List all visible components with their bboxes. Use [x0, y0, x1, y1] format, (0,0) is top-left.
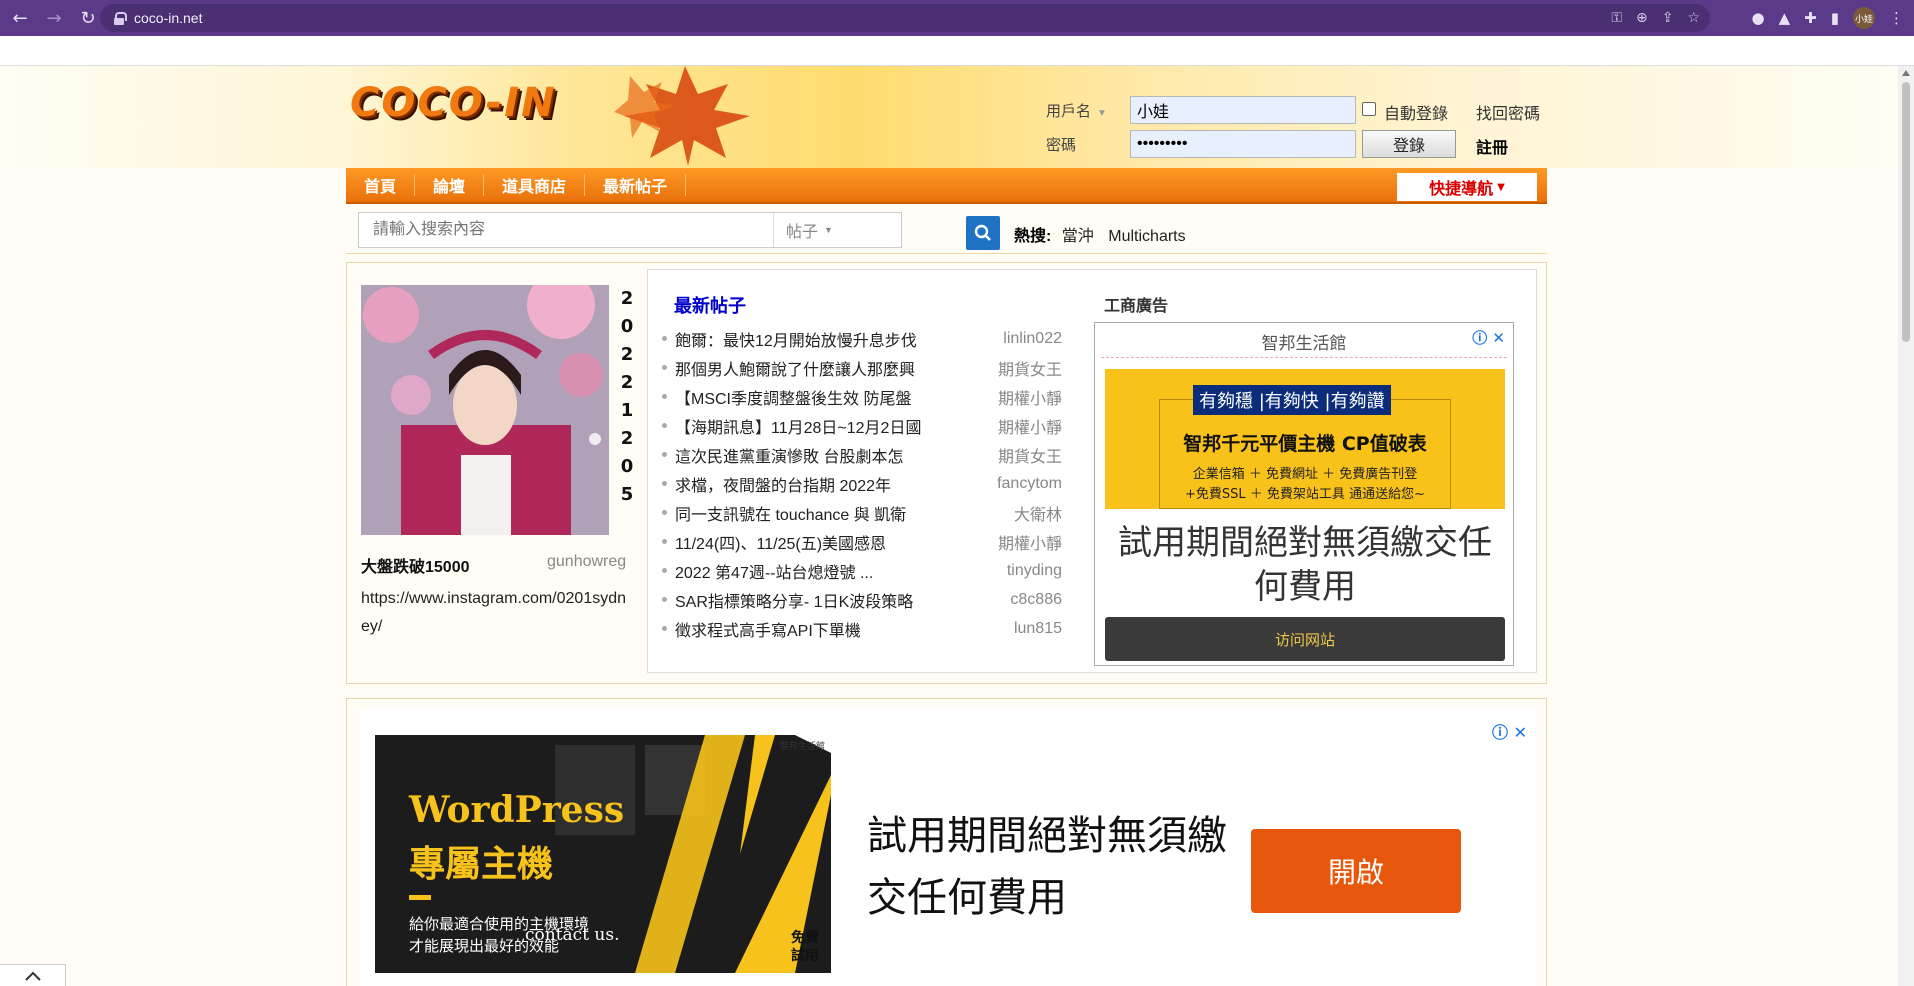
- featured-photo[interactable]: [361, 285, 609, 535]
- chevron-down-icon: ▼: [824, 225, 833, 235]
- featured-date: 2 0 2 2 1 2 0 5: [620, 288, 634, 505]
- search-icon: [974, 224, 991, 241]
- hot-search-label: 熱搜:: [1014, 228, 1052, 245]
- ad-close-icon[interactable]: ⓘ ✕: [1492, 719, 1527, 743]
- list-item[interactable]: 那個男人鮑爾說了什麼讓人那麼興 期貨女王: [658, 353, 1088, 382]
- portrait-image: [361, 285, 609, 535]
- list-item[interactable]: 飽爾：最快12月開始放慢升息步伐 linlin022: [658, 324, 1088, 353]
- ad-close-icon[interactable]: ⓘ ✕: [1472, 327, 1505, 348]
- share-icon[interactable]: ⇪: [1662, 10, 1674, 26]
- chevron-up-icon: [24, 971, 41, 981]
- open-button[interactable]: 開啟: [1251, 829, 1461, 913]
- auto-login-label[interactable]: 自動登錄: [1384, 100, 1448, 124]
- mic-icon[interactable]: ●: [1752, 9, 1765, 27]
- page-scrollbar[interactable]: [1898, 66, 1914, 986]
- latest-posts-heading[interactable]: 最新帖子: [674, 292, 746, 318]
- ad-heading: 工商廣告: [1104, 296, 1169, 315]
- wordpress-ad-image[interactable]: 智邦生活館 WordPress 專屬主機 給你最適合使用的主機環境 才能展現出最…: [375, 735, 831, 973]
- nav-item-shop[interactable]: 道具商店: [484, 174, 586, 196]
- login-button[interactable]: 登錄: [1362, 130, 1456, 158]
- featured-description: https://www.instagram.com/0201sydney/: [361, 590, 627, 635]
- bookmark-bar: [0, 36, 1914, 66]
- address-bar[interactable]: coco-in.net ⚿ ⊕ ⇪ ☆: [100, 4, 1710, 32]
- list-item[interactable]: 2022 第47週--站台熄燈號 ... tinyding: [658, 556, 1088, 585]
- register-link[interactable]: 註冊: [1476, 134, 1508, 158]
- list-item[interactable]: 求檔，夜間盤的台指期 2022年 fancytom: [658, 469, 1088, 498]
- forgot-password-link[interactable]: 找回密碼: [1476, 100, 1540, 124]
- ad-headline: 智邦千元平價主機 CP值破表: [1183, 433, 1427, 455]
- hot-search-word[interactable]: 當沖: [1062, 228, 1094, 245]
- top-panel: 2 0 2 2 1 2 0 5 大盤跌破15000 gunhowreg http…: [346, 262, 1547, 684]
- list-item[interactable]: 【MSCI季度調整盤後生效 防尾盤 期權小靜: [658, 382, 1088, 411]
- featured-title[interactable]: 大盤跌破15000: [361, 553, 470, 577]
- sidepanel-icon[interactable]: ▮: [1831, 9, 1839, 27]
- forward-icon[interactable]: →: [40, 4, 68, 32]
- password-label: 密碼: [1046, 137, 1077, 154]
- visit-site-button[interactable]: 访问网站: [1105, 617, 1505, 661]
- side-ad[interactable]: 智邦生活館 ⓘ ✕ 有夠穩 |有夠快 |有夠讚 智邦千元平價主機 CP值破表 企…: [1094, 322, 1514, 666]
- page-content: COCO-IN 用戶名▼ 密碼 自動登錄 找回密碼 登錄 註冊 首頁 論壇 道具…: [0, 66, 1898, 986]
- lock-icon: [114, 12, 127, 25]
- back-icon[interactable]: ←: [6, 4, 34, 32]
- profile-avatar[interactable]: 小娃: [1853, 7, 1875, 29]
- scroll-up-icon[interactable]: [1902, 70, 1910, 76]
- search-row: 帖子▼ 熱搜: 當沖 Multicharts: [346, 204, 1547, 254]
- ad-tagline: 有夠穩 |有夠快 |有夠讚: [1193, 385, 1391, 415]
- list-item[interactable]: 同一支訊號在 touchance 與 凱衛 大衛林: [658, 498, 1088, 527]
- ad-banner[interactable]: 有夠穩 |有夠快 |有夠讚 智邦千元平價主機 CP值破表 企業信箱 ＋ 免費網址…: [1105, 369, 1505, 509]
- login-form: 用戶名▼ 密碼 自動登錄 找回密碼 登錄 註冊: [1046, 96, 1546, 166]
- browser-toolbar: ← → ↻ coco-in.net ⚿ ⊕ ⇪ ☆ ● ▲ ✚ ▮ 小娃 ⋮: [0, 0, 1914, 36]
- main-nav: 首頁 論壇 道具商店 最新帖子 快捷導航 ▼: [346, 168, 1547, 204]
- bottom-ad[interactable]: ⓘ ✕ 智邦生活館 WordPress 專屬主機 給你最適合使用的主機環境 才能…: [359, 709, 1535, 986]
- chevron-down-icon: ▼: [1497, 181, 1505, 193]
- quick-nav-button[interactable]: 快捷導航 ▼: [1397, 173, 1537, 201]
- auto-login-checkbox[interactable]: [1362, 102, 1376, 116]
- collapse-button[interactable]: [0, 964, 66, 986]
- search-button[interactable]: [966, 216, 1000, 250]
- bookmark-star-icon[interactable]: ☆: [1687, 10, 1700, 26]
- ad-site-name[interactable]: 智邦生活館: [1095, 329, 1513, 354]
- list-item[interactable]: 【海期訊息】11月28日~12月2日國 期權小靜: [658, 411, 1088, 440]
- list-item[interactable]: 這次民進黨重演慘敗 台股劇本怎 期貨女王: [658, 440, 1088, 469]
- username-label[interactable]: 用戶名 ▼: [1046, 100, 1107, 121]
- username-input[interactable]: [1130, 96, 1356, 124]
- list-item[interactable]: SAR指標策略分享- 1日K波段策略 c8c886: [658, 585, 1088, 614]
- search-type-select[interactable]: 帖子 ▼: [773, 213, 903, 247]
- ad-message[interactable]: 試用期間絕對無須繳交任何費用: [1115, 521, 1495, 609]
- url-text[interactable]: coco-in.net: [134, 10, 202, 26]
- nav-item-forum[interactable]: 論壇: [415, 174, 485, 196]
- extension-icon[interactable]: ▲: [1779, 9, 1791, 27]
- key-icon[interactable]: ⚿: [1611, 10, 1622, 26]
- menu-kebab-icon[interactable]: ⋮: [1889, 9, 1904, 27]
- bottom-panel: ⓘ ✕ 智邦生活館 WordPress 專屬主機 給你最適合使用的主機環境 才能…: [346, 698, 1547, 986]
- hot-search: 熱搜: 當沖 Multicharts: [1014, 222, 1196, 246]
- site-logo[interactable]: COCO-IN: [350, 80, 556, 126]
- latest-posts-list: 飽爾：最快12月開始放慢升息步伐 linlin022 那個男人鮑爾說了什麼讓人那麼…: [658, 324, 1088, 643]
- list-item[interactable]: 11/24(四)、11/25(五)美國感恩 期權小靜: [658, 527, 1088, 556]
- nav-item-home[interactable]: 首頁: [346, 174, 416, 196]
- latest-posts-box: 最新帖子 飽爾：最快12月開始放慢升息步伐 linlin022 那個男人鮑爾說了什…: [647, 269, 1537, 673]
- hot-search-word[interactable]: Multicharts: [1108, 228, 1185, 245]
- scrollbar-thumb[interactable]: [1902, 82, 1910, 342]
- featured-author[interactable]: gunhowreg: [547, 553, 626, 571]
- password-input[interactable]: [1130, 130, 1356, 158]
- bottom-ad-message[interactable]: 試用期間絕對無須繳交任何費用: [867, 805, 1227, 929]
- zoom-icon[interactable]: ⊕: [1636, 10, 1648, 26]
- puzzle-icon[interactable]: ✚: [1804, 9, 1817, 27]
- search-box: 帖子▼: [358, 212, 902, 248]
- reload-icon[interactable]: ↻: [74, 4, 102, 32]
- maple-leaf-icon: [614, 66, 750, 166]
- nav-item-latest[interactable]: 最新帖子: [585, 174, 687, 196]
- list-item[interactable]: 徵求程式高手寫API下單機 lun815: [658, 614, 1088, 643]
- header-banner: [0, 66, 1898, 168]
